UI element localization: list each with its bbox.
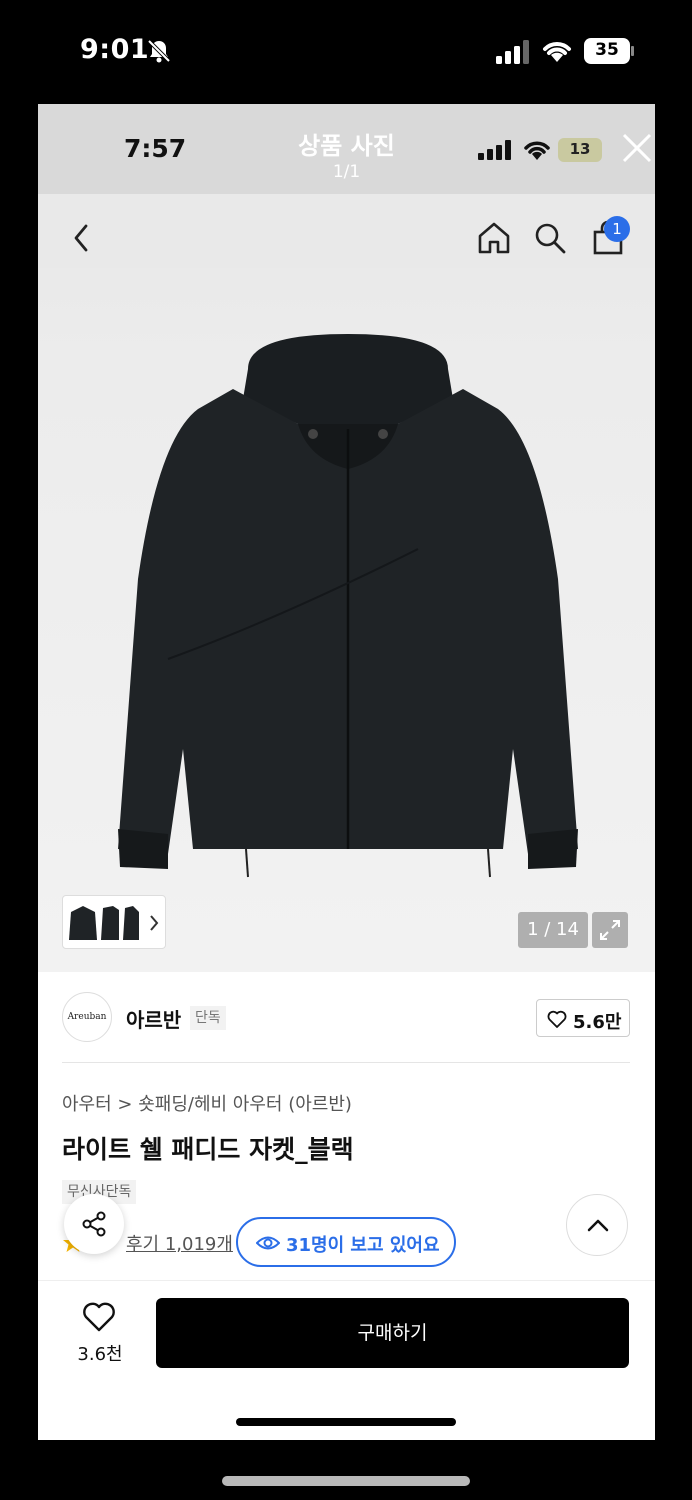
bell-slash-icon xyxy=(147,39,171,63)
cart-count-badge: 1 xyxy=(604,216,630,242)
brand-exclusive-tag: 단독 xyxy=(190,1006,226,1030)
signal-icon xyxy=(496,40,529,64)
outer-clock: 9:01 xyxy=(80,34,150,65)
brand-name[interactable]: 아르반 xyxy=(126,1004,181,1033)
inner-home-indicator xyxy=(236,1418,456,1426)
viewers-text: 31명이 보고 있어요 xyxy=(286,1235,440,1256)
divider xyxy=(62,1062,630,1063)
review-link[interactable]: 후기 1,019개 xyxy=(126,1230,233,1256)
battery-level: 35 xyxy=(595,40,619,60)
close-icon[interactable] xyxy=(621,132,653,164)
share-button[interactable] xyxy=(64,1194,124,1254)
viewers-badge: 31명이 보고 있어요 xyxy=(236,1217,456,1267)
brand-like-count: 5.6만 xyxy=(573,1012,622,1033)
inner-battery-level: 13 xyxy=(569,140,591,158)
brand-logo[interactable]: Areuban xyxy=(62,992,112,1042)
eye-icon xyxy=(256,1236,280,1250)
expand-icon xyxy=(600,920,620,940)
category-breadcrumb[interactable]: 아우터 > 숏패딩/헤비 아우터 (아르반) xyxy=(62,1090,352,1116)
expand-button[interactable] xyxy=(592,912,628,948)
brand-like-button[interactable]: 5.6만 xyxy=(536,999,630,1037)
favorite-count: 3.6천 xyxy=(77,1344,123,1365)
product-image-jacket[interactable] xyxy=(98,329,598,889)
thumbnail-jackets-icon xyxy=(69,906,159,940)
chevron-up-icon xyxy=(587,1219,609,1232)
heart-icon xyxy=(547,1010,567,1028)
wifi-icon xyxy=(524,141,550,160)
search-icon[interactable] xyxy=(532,220,568,256)
image-counter: 1 / 14 xyxy=(518,912,588,948)
gallery-thumbnail[interactable] xyxy=(62,895,166,949)
buy-button[interactable]: 구매하기 xyxy=(156,1298,629,1368)
outer-status-bar: 9:01 35 xyxy=(0,0,692,104)
heart-icon[interactable] xyxy=(82,1302,116,1332)
signal-icon xyxy=(478,140,511,160)
home-indicator[interactable] xyxy=(222,1476,470,1486)
wifi-icon xyxy=(543,42,571,62)
home-icon[interactable] xyxy=(476,220,512,256)
share-icon xyxy=(82,1211,106,1237)
scroll-to-top-button[interactable] xyxy=(566,1194,628,1256)
photo-viewer-counter: 1/1 xyxy=(332,162,361,182)
app-screen: 7:57 상품 사진 1/1 13 1 1 / 14 Areuban 아르반 단… xyxy=(38,104,655,1440)
back-chevron-icon[interactable] xyxy=(68,220,96,256)
product-title: 라이트 쉘 패디드 자켓_블랙 xyxy=(62,1135,354,1164)
